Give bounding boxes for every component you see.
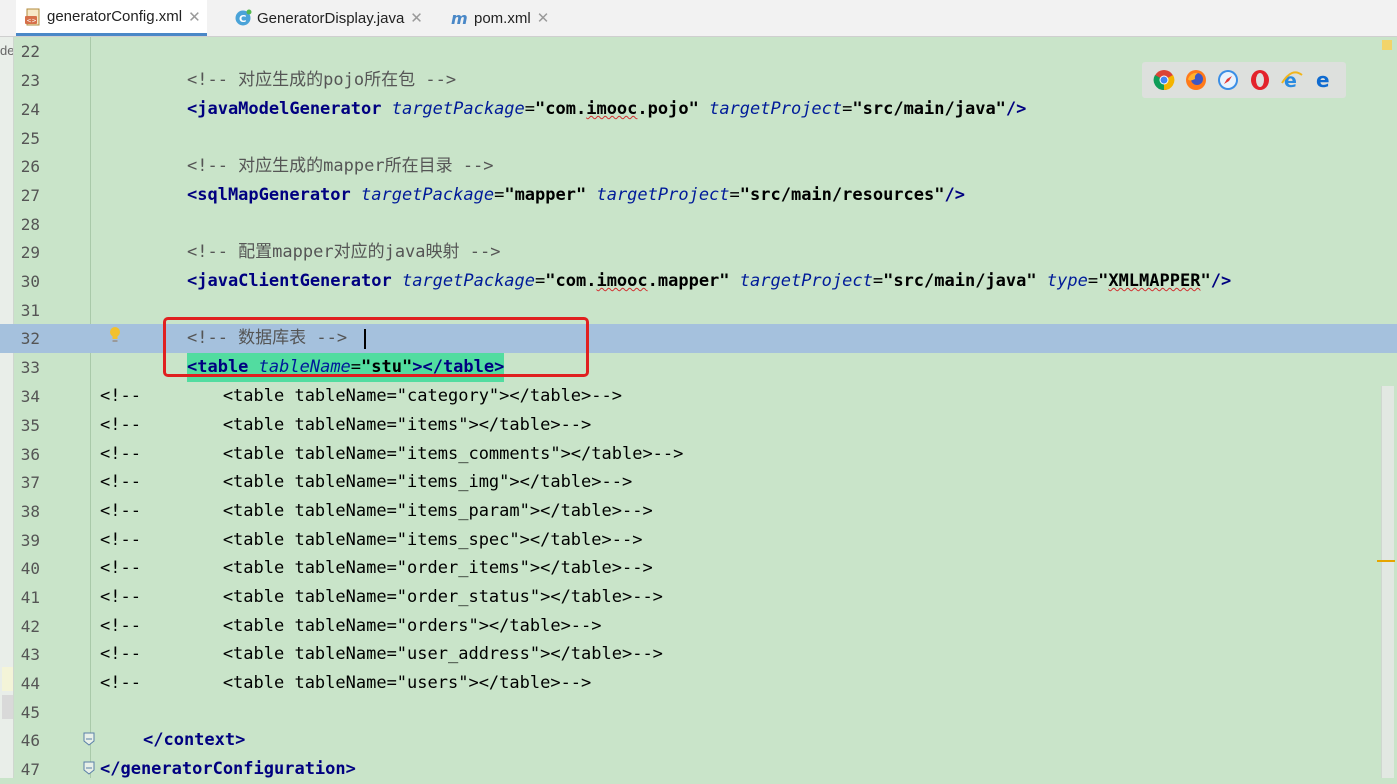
tab-generatordisplay-java[interactable]: C GeneratorDisplay.java ✕ [226,0,429,36]
code-line[interactable]: 47 </generatorConfiguration> [0,755,1397,784]
firefox-icon[interactable] [1185,69,1207,91]
line-number: 28 [20,215,40,234]
code-line[interactable]: 37 <!-- <table tableName="items_img"></t… [0,468,1397,497]
chrome-icon[interactable] [1153,69,1175,91]
line-number: 34 [20,387,40,406]
line-number: 32 [20,329,40,348]
line-number: 44 [20,674,40,693]
code-line[interactable]: 35 <!-- <table tableName="items"></table… [0,411,1397,440]
code-line[interactable]: 34 <!-- <table tableName="category"></ta… [0,382,1397,411]
code-line[interactable]: 41 <!-- <table tableName="order_status">… [0,583,1397,612]
ie-icon[interactable]: e [1281,69,1303,91]
line-number: 40 [20,559,40,578]
code-text: <!-- <table tableName="items_param"></ta… [100,501,653,521]
code-line[interactable]: 27 <sqlMapGenerator targetPackage="mappe… [0,181,1397,210]
fold-marker-icon[interactable] [83,732,95,746]
close-tab-icon[interactable]: ✕ [188,8,201,26]
code-text: <javaModelGenerator targetPackage="com.i… [187,99,1027,119]
svg-text:m: m [451,9,468,27]
code-text: <!-- <table tableName="orders"></table>-… [100,616,602,636]
editor-tab-bar: <> generatorConfig.xml ✕ C GeneratorDisp… [0,0,1397,37]
line-number: 42 [20,617,40,636]
line-number: 23 [20,71,40,90]
code-text: <sqlMapGenerator targetPackage="mapper" … [187,185,965,205]
browser-preview-toolbar: e e [1142,62,1346,98]
code-line[interactable]: 42 <!-- <table tableName="orders"></tabl… [0,612,1397,641]
line-number: 46 [20,731,40,750]
line-number: 27 [20,186,40,205]
vertical-scrollbar[interactable] [1381,386,1394,778]
code-text: </context> [143,730,246,750]
xml-file-icon: <> [24,8,42,26]
line-number: 30 [20,272,40,291]
code-text: <!-- <table tableName="users"></table>--… [100,673,592,693]
tab-generatorconfig-xml[interactable]: <> generatorConfig.xml ✕ [16,0,207,36]
close-tab-icon[interactable]: ✕ [410,9,423,27]
line-number: 24 [20,100,40,119]
code-text: <!-- <table tableName="user_address"></t… [100,644,663,664]
line-number: 26 [20,157,40,176]
code-text: <javaClientGenerator targetPackage="com.… [187,271,1232,291]
svg-text:<>: <> [27,17,37,24]
edge-icon[interactable]: e [1313,69,1335,91]
line-number: 35 [20,416,40,435]
code-line[interactable]: 28 [0,210,1397,239]
line-number: 31 [20,301,40,320]
lightbulb-icon[interactable] [108,326,122,344]
line-number: 37 [20,473,40,492]
code-line[interactable]: 36 <!-- <table tableName="items_comments… [0,440,1397,469]
maven-icon: m [451,9,469,27]
code-line[interactable]: 38 <!-- <table tableName="items_param"><… [0,497,1397,526]
code-line[interactable]: 39 <!-- <table tableName="items_spec"></… [0,526,1397,555]
tab-label: GeneratorDisplay.java [257,9,405,27]
code-line[interactable]: 24 <javaModelGenerator targetPackage="co… [0,95,1397,124]
tab-label: generatorConfig.xml [47,8,183,25]
code-line[interactable]: 29 <!-- 配置mapper对应的java映射 --> [0,238,1397,267]
code-text: <!-- <table tableName="items_comments"><… [100,444,684,464]
code-text: <!-- <table tableName="order_status"></t… [100,587,663,607]
tab-pom-xml[interactable]: m pom.xml ✕ [443,0,555,36]
line-number: 47 [20,760,40,779]
svg-text:e: e [1316,69,1330,91]
code-text: <!-- 对应生成的mapper所在目录 --> [187,156,494,176]
line-number: 38 [20,502,40,521]
safari-icon[interactable] [1217,69,1239,91]
code-line[interactable]: 30 <javaClientGenerator targetPackage="c… [0,267,1397,296]
code-line[interactable]: 26 <!-- 对应生成的mapper所在目录 --> [0,152,1397,181]
line-number: 22 [20,42,40,61]
line-number: 36 [20,445,40,464]
code-line[interactable]: 40 <!-- <table tableName="order_items"><… [0,554,1397,583]
code-text: <!-- <table tableName="category"></table… [100,386,622,406]
line-number: 29 [20,243,40,262]
code-text: <!-- 配置mapper对应的java映射 --> [187,242,501,262]
code-line[interactable]: 45 [0,698,1397,727]
line-number: 33 [20,358,40,377]
code-text: <!-- 对应生成的pojo所在包 --> [187,70,457,90]
line-number: 39 [20,531,40,550]
code-line[interactable]: 46 </context> [0,726,1397,755]
java-class-icon: C [234,9,252,27]
code-text: <!-- <table tableName="order_items"></ta… [100,558,653,578]
fold-marker-icon[interactable] [83,761,95,775]
code-text: </generatorConfiguration> [100,759,356,779]
close-tab-icon[interactable]: ✕ [537,9,550,27]
code-line[interactable]: 25 [0,124,1397,153]
analysis-status-marker[interactable] [1382,40,1392,50]
line-number: 41 [20,588,40,607]
code-text: <!-- <table tableName="items_spec"></tab… [100,530,643,550]
line-number: 25 [20,129,40,148]
line-number: 45 [20,703,40,722]
line-number: 43 [20,645,40,664]
annotation-highlight-box [163,317,589,377]
code-line[interactable]: 43 <!-- <table tableName="user_address">… [0,640,1397,669]
code-text: <!-- <table tableName="items_img"></tabl… [100,472,633,492]
scrollbar-warning-marker[interactable] [1377,560,1395,562]
code-line[interactable]: 44 <!-- <table tableName="users"></table… [0,669,1397,698]
opera-icon[interactable] [1249,69,1271,91]
svg-text:C: C [239,14,246,25]
tab-label: pom.xml [474,9,531,27]
code-text: <!-- <table tableName="items"></table>--… [100,415,592,435]
